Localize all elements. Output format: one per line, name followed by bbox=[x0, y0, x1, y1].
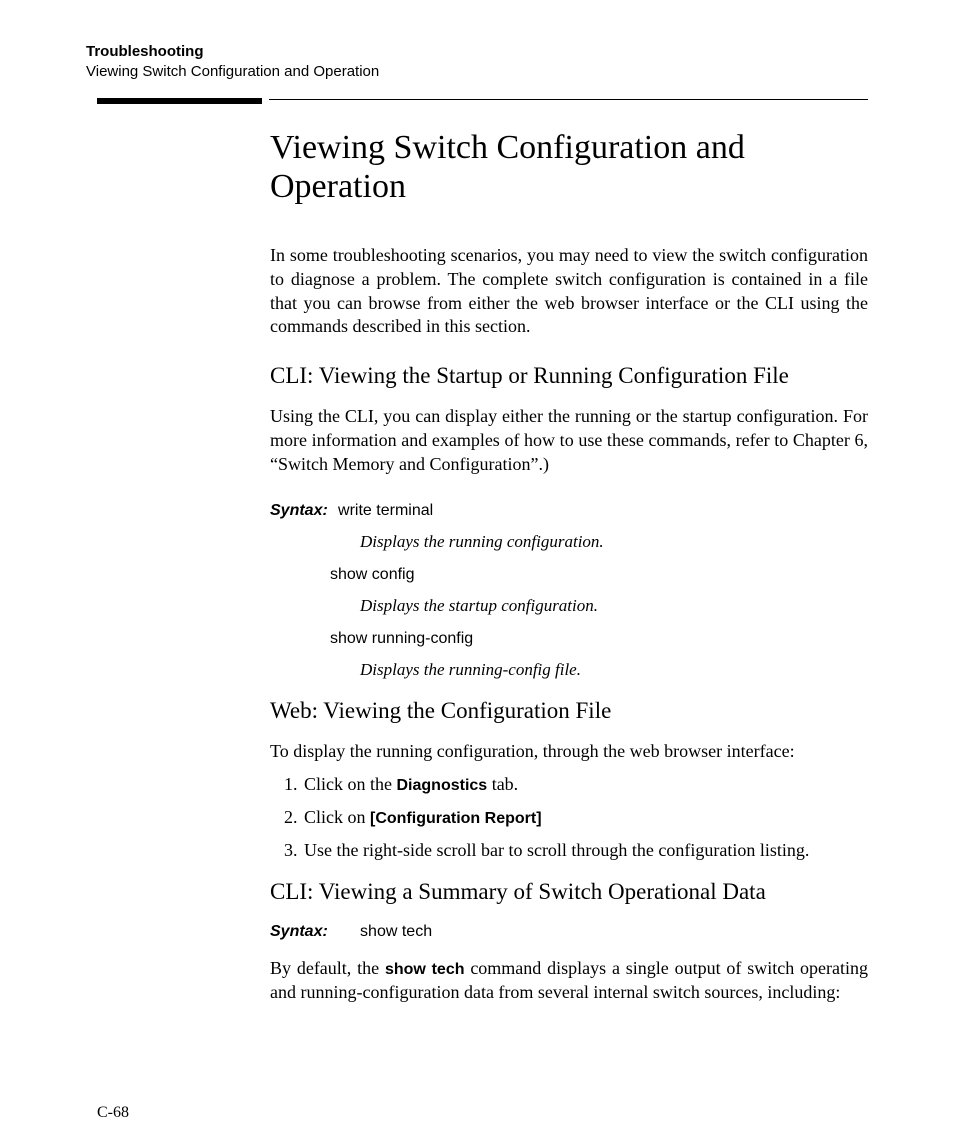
step2-bold: [Configuration Report] bbox=[370, 810, 542, 827]
command-show-tech: show tech bbox=[360, 923, 432, 940]
running-head-section: Viewing Switch Configuration and Operati… bbox=[86, 62, 379, 82]
command-show-config: show config bbox=[330, 566, 868, 584]
running-head: Troubleshooting Viewing Switch Configura… bbox=[86, 42, 379, 81]
syntax-block-2: Syntax: show tech bbox=[270, 921, 868, 941]
section-marker bbox=[97, 98, 262, 104]
explain-running-config-file: Displays the running-config file. bbox=[360, 660, 868, 680]
step1-post: tab. bbox=[487, 774, 518, 794]
step1-pre: Click on the bbox=[304, 774, 397, 794]
web-steps-list: Click on the Diagnostics tab. Click on [… bbox=[270, 774, 868, 861]
heading-web-view: Web: Viewing the Configuration File bbox=[270, 698, 868, 724]
page-number: C-68 bbox=[97, 1104, 129, 1122]
cli-summary-para: By default, the show tech command displa… bbox=[270, 957, 868, 1005]
explain-startup-config: Displays the startup configuration. bbox=[360, 596, 868, 616]
command-write-terminal: write terminal bbox=[338, 502, 433, 519]
syntax-label: Syntax: bbox=[270, 502, 328, 520]
page: Troubleshooting Viewing Switch Configura… bbox=[0, 0, 954, 1145]
explain-running-config: Displays the running configuration. bbox=[360, 532, 868, 552]
heading-cli-view-config: CLI: Viewing the Startup or Running Conf… bbox=[270, 363, 868, 389]
heading-cli-summary: CLI: Viewing a Summary of Switch Operati… bbox=[270, 879, 868, 905]
web-step-3: Use the right-side scroll bar to scroll … bbox=[302, 840, 868, 861]
page-title: Viewing Switch Configuration and Operati… bbox=[270, 128, 868, 206]
web-step-2: Click on [Configuration Report] bbox=[302, 807, 868, 828]
summary-pre: By default, the bbox=[270, 958, 385, 978]
web-step-1: Click on the Diagnostics tab. bbox=[302, 774, 868, 795]
command-show-running-config: show running-config bbox=[330, 630, 868, 648]
summary-bold: show tech bbox=[385, 961, 465, 978]
step2-pre: Click on bbox=[304, 807, 370, 827]
horizontal-rule bbox=[269, 99, 868, 100]
syntax-label-2: Syntax: bbox=[270, 923, 328, 941]
web-view-para: To display the running configuration, th… bbox=[270, 740, 868, 764]
content-area: Viewing Switch Configuration and Operati… bbox=[270, 128, 868, 1029]
intro-paragraph: In some troubleshooting scenarios, you m… bbox=[270, 244, 868, 339]
running-head-chapter: Troubleshooting bbox=[86, 42, 379, 62]
syntax-block-1: Syntax: write terminal Displays the runn… bbox=[270, 500, 868, 680]
step1-bold: Diagnostics bbox=[397, 777, 488, 794]
cli-view-config-para: Using the CLI, you can display either th… bbox=[270, 405, 868, 476]
